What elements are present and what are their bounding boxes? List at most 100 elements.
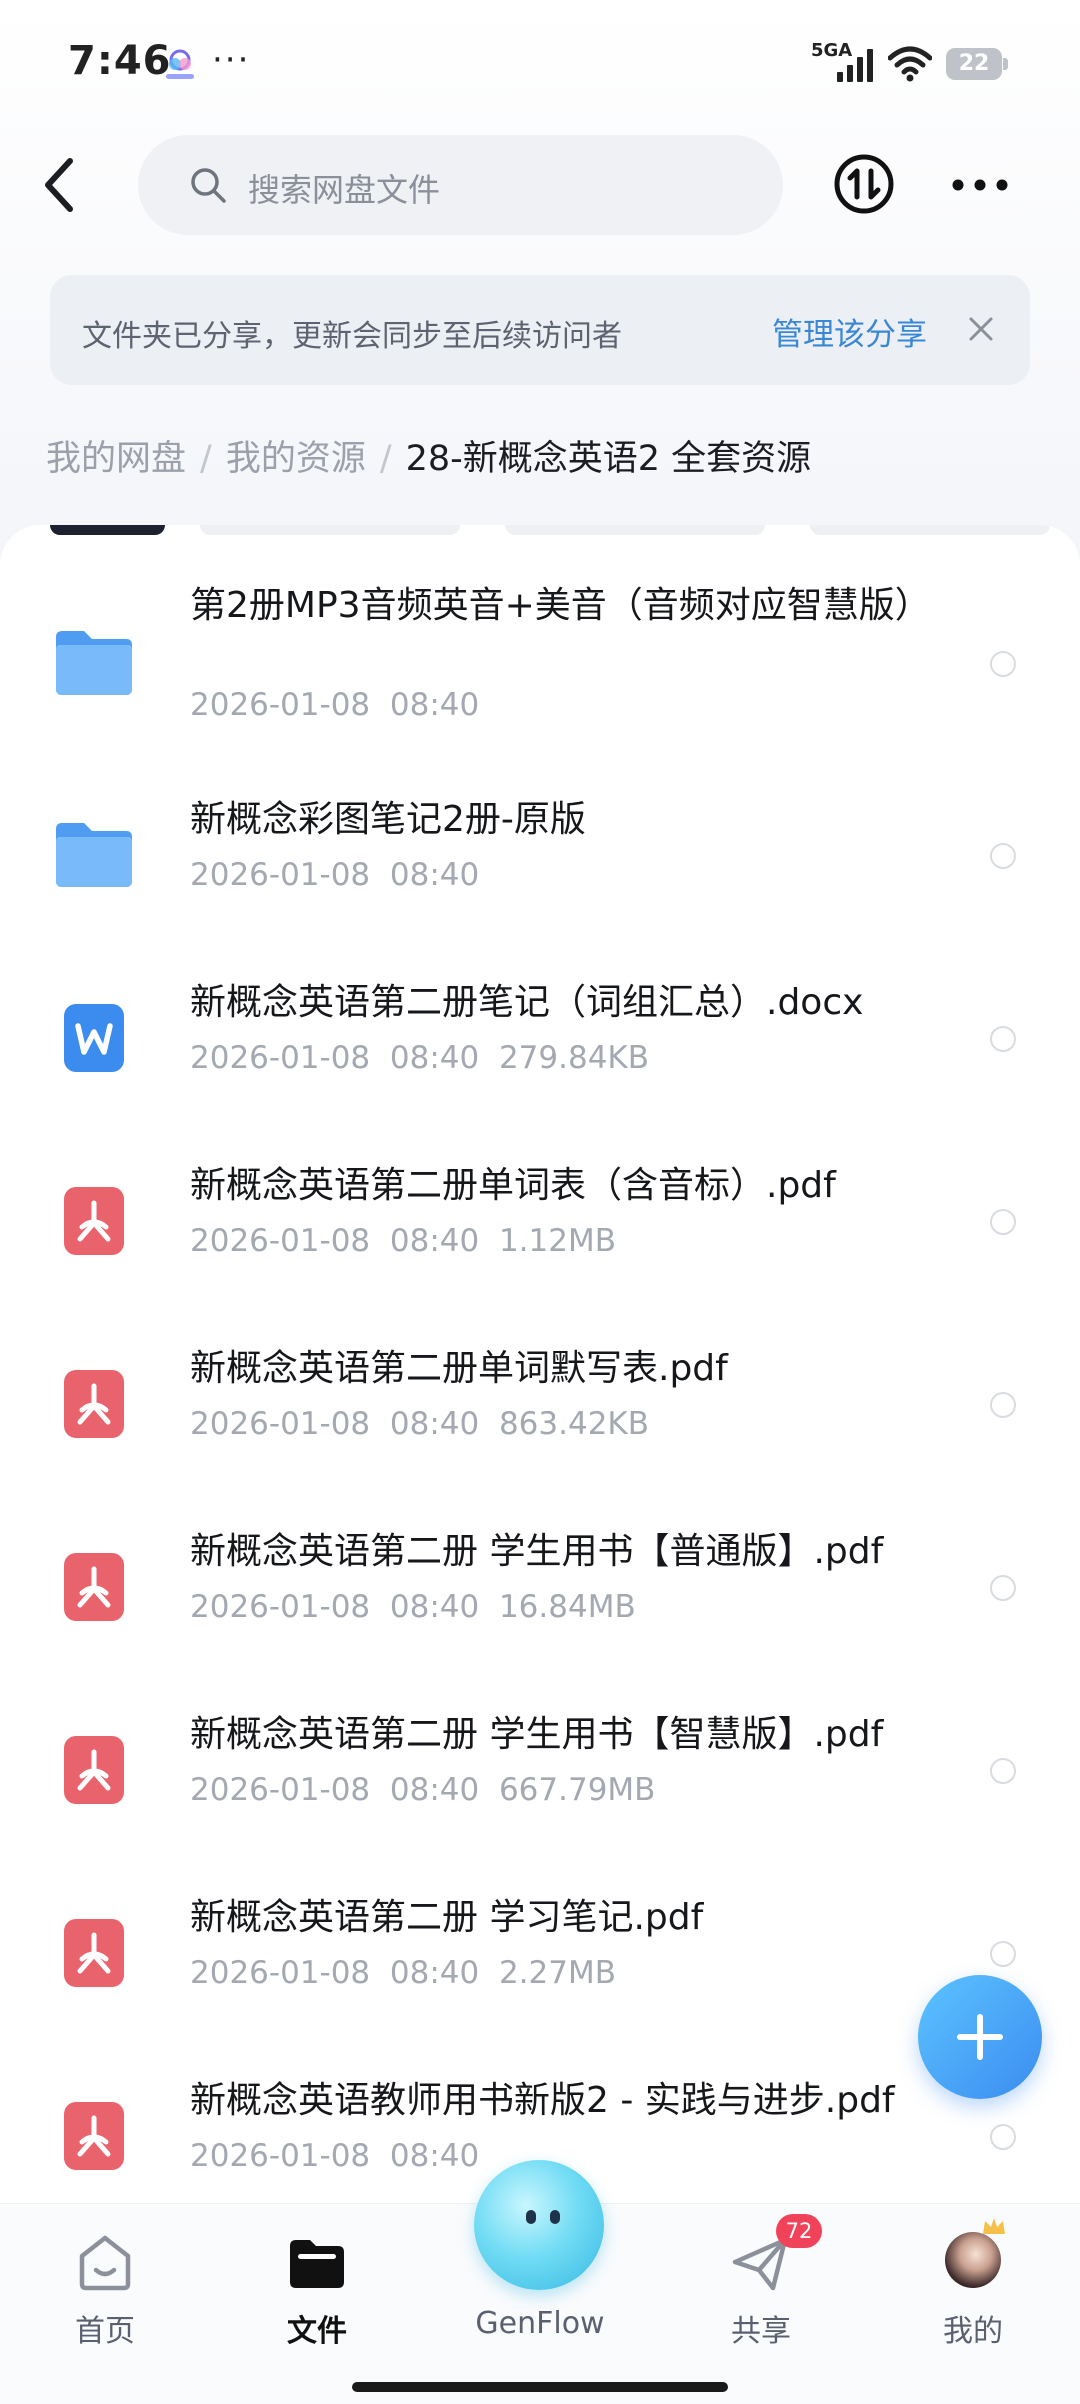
breadcrumb-separator: / [379, 439, 392, 479]
folder-icon [290, 2240, 344, 2288]
more-button[interactable] [950, 170, 1010, 200]
search-icon [191, 168, 226, 203]
file-meta: 2026-01-08 08:40 [190, 857, 479, 893]
file-name: 新概念彩图笔记2册-原版 [190, 799, 586, 840]
file-row[interactable]: 新概念英语第二册单词默写表.pdf 2026-01-08 08:40 863.4… [0, 1344, 1080, 1528]
select-checkbox[interactable] [990, 1392, 1016, 1418]
breadcrumb-current: 28-新概念英语2 全套资源 [405, 439, 812, 479]
file-name: 新概念英语教师用书新版2 - 实践与进步.pdf [190, 2080, 895, 2121]
nav-item-me[interactable]: 我的 [893, 2204, 1053, 2364]
close-banner-button[interactable] [965, 313, 997, 345]
file-row[interactable]: 新概念英语第二册笔记（词组汇总）.docx 2026-01-08 08:40 2… [0, 978, 1080, 1162]
file-list: 第2册MP3音频英音+美音（音频对应智慧版） 2026-01-08 08:40 … [0, 525, 1080, 2205]
pdf-icon [64, 1736, 124, 1804]
select-checkbox[interactable] [990, 1575, 1016, 1601]
file-date: 2026-01-08 [190, 1040, 371, 1076]
scrolled-item-edge [810, 525, 1050, 535]
breadcrumb-item-my-drive[interactable]: 我的网盘 [46, 439, 186, 479]
select-checkbox[interactable] [990, 1209, 1016, 1235]
select-checkbox[interactable] [990, 1758, 1016, 1784]
file-row[interactable]: 新概念英语第二册 学生用书【智慧版】.pdf 2026-01-08 08:40 … [0, 1710, 1080, 1894]
select-checkbox[interactable] [990, 843, 1016, 869]
nav-item-share[interactable]: 72 共享 [681, 2204, 841, 2364]
nav-label: 共享 [731, 2314, 791, 2349]
file-time: 08:40 [389, 1406, 480, 1442]
nav-label: GenFlow [475, 2306, 605, 2341]
home-icon [79, 2235, 131, 2291]
nav-item-files[interactable]: 文件 [237, 2204, 397, 2364]
notification-badge: 72 [776, 2214, 822, 2248]
add-button[interactable] [918, 1975, 1042, 2099]
pdf-icon [64, 1553, 124, 1621]
file-date: 2026-01-08 [190, 2138, 371, 2174]
genflow-orb-icon[interactable] [474, 2160, 604, 2290]
select-checkbox[interactable] [990, 1026, 1016, 1052]
file-time: 08:40 [389, 1589, 480, 1625]
file-meta: 2026-01-08 08:40 [190, 2138, 479, 2174]
back-button[interactable] [40, 155, 80, 215]
pdf-icon [64, 1187, 124, 1255]
file-meta: 2026-01-08 08:40 [190, 687, 479, 723]
breadcrumb-separator: / [200, 439, 212, 479]
transfer-button[interactable] [833, 153, 895, 215]
file-date: 2026-01-08 [190, 1589, 371, 1625]
file-time: 08:40 [389, 1040, 480, 1076]
file-date: 2026-01-08 [190, 1406, 371, 1442]
nav-label: 我的 [943, 2314, 1003, 2349]
battery-indicator: 22 [946, 48, 1008, 80]
file-date: 2026-01-08 [190, 1772, 371, 1808]
file-date: 2026-01-08 [190, 857, 371, 893]
file-meta: 2026-01-08 08:40 667.79MB [190, 1772, 655, 1808]
file-size: 2.27MB [498, 1955, 616, 1991]
select-checkbox[interactable] [990, 2124, 1016, 2150]
file-name: 新概念英语第二册单词默写表.pdf [190, 1348, 728, 1389]
file-row[interactable]: 新概念彩图笔记2册-原版 2026-01-08 08:40 [0, 795, 1080, 979]
scrolled-item-edge [200, 525, 460, 535]
file-date: 2026-01-08 [190, 687, 371, 723]
scrolled-item-edge [505, 525, 765, 535]
file-row[interactable]: 新概念英语第二册 学生用书【普通版】.pdf 2026-01-08 08:40 … [0, 1527, 1080, 1711]
status-bar: 7:46 ··· 5GA 22 [0, 0, 1080, 130]
manage-share-link[interactable]: 管理该分享 [772, 309, 927, 354]
search-placeholder: 搜索网盘文件 [248, 171, 441, 209]
folder-icon [56, 823, 132, 887]
file-row[interactable]: 新概念英语第二册单词表（含音标）.pdf 2026-01-08 08:40 1.… [0, 1161, 1080, 1345]
word-document-icon [64, 1004, 124, 1072]
file-time: 08:40 [389, 1955, 480, 1991]
file-name: 新概念英语第二册 学习笔记.pdf [190, 1897, 704, 1938]
file-name: 新概念英语第二册单词表（含音标）.pdf [190, 1165, 836, 1206]
file-row[interactable]: 第2册MP3音频英音+美音（音频对应智慧版） 2026-01-08 08:40 [0, 565, 1080, 749]
breadcrumb-item-my-resources[interactable]: 我的资源 [226, 439, 366, 479]
file-time: 08:40 [389, 1223, 480, 1259]
file-size: 16.84MB [498, 1589, 636, 1625]
search-input[interactable]: 搜索网盘文件 [138, 135, 783, 235]
file-name: 新概念英语第二册 学生用书【普通版】.pdf [190, 1531, 884, 1572]
nav-label: 文件 [287, 2314, 347, 2349]
file-size: 1.12MB [498, 1223, 616, 1259]
file-meta: 2026-01-08 08:40 1.12MB [190, 1223, 616, 1259]
file-row[interactable]: 新概念英语第二册 学习笔记.pdf 2026-01-08 08:40 2.27M… [0, 1893, 1080, 2077]
select-checkbox[interactable] [990, 1941, 1016, 1967]
select-checkbox[interactable] [990, 651, 1016, 677]
nav-item-home[interactable]: 首页 [25, 2204, 185, 2364]
app-notification-icon [166, 49, 194, 79]
file-time: 08:40 [389, 687, 480, 723]
status-time: 7:46 [68, 38, 172, 84]
battery-level: 22 [958, 51, 990, 76]
signal-icon [837, 49, 873, 82]
breadcrumb: 我的网盘 / 我的资源 / 28-新概念英语2 全套资源 [46, 430, 811, 481]
file-name: 新概念英语第二册笔记（词组汇总）.docx [190, 982, 864, 1023]
file-name: 第2册MP3音频英音+美音（音频对应智慧版） [190, 585, 931, 626]
file-size: 279.84KB [498, 1040, 650, 1076]
pdf-icon [64, 1919, 124, 1987]
file-meta: 2026-01-08 08:40 279.84KB [190, 1040, 649, 1076]
file-meta: 2026-01-08 08:40 863.42KB [190, 1406, 649, 1442]
file-date: 2026-01-08 [190, 1955, 371, 1991]
orb-eye [550, 2210, 560, 2224]
status-more-dots: ··· [212, 40, 251, 80]
file-time: 08:40 [389, 1772, 480, 1808]
orb-eye [526, 2210, 536, 2224]
file-date: 2026-01-08 [190, 1223, 371, 1259]
file-meta: 2026-01-08 08:40 16.84MB [190, 1589, 636, 1625]
file-size: 667.79MB [498, 1772, 656, 1808]
